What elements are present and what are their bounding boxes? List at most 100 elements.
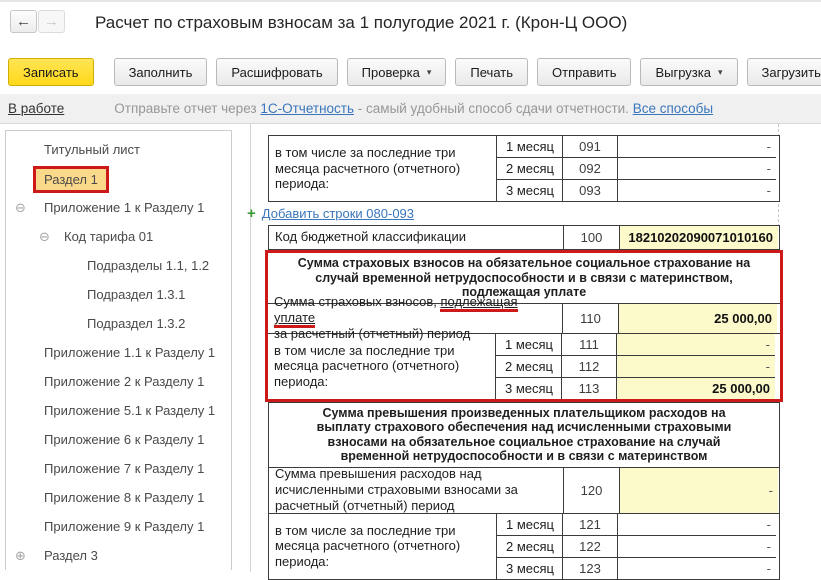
section-120-block: Сумма превышения произведенных плательщи…	[268, 402, 780, 580]
month-label: 1 месяц	[495, 334, 561, 355]
title-bar: ← → Расчет по страховым взносам за 1 пол…	[0, 2, 821, 54]
decode-button[interactable]: Расшифровать	[216, 58, 337, 86]
value-field-120[interactable]: -	[619, 468, 778, 513]
send-button[interactable]: Отправить	[537, 58, 631, 86]
load-button-label: Загрузить	[762, 65, 821, 80]
sidebar-item-tariff-code-01[interactable]: ⊖ Код тарифа 01	[6, 222, 231, 251]
line-code: 121	[562, 514, 617, 535]
line-code: 123	[562, 558, 617, 579]
selected-item-highlight[interactable]: Раздел 1	[33, 166, 109, 193]
month-label: 1 месяц	[496, 514, 562, 535]
1c-reporting-link[interactable]: 1С-Отчетность	[260, 101, 354, 116]
all-ways-link[interactable]: Все способы	[633, 101, 713, 116]
collapse-icon[interactable]: ⊖	[15, 193, 26, 222]
sidebar-item-appendix-51[interactable]: Приложение 5.1 к Разделу 1	[6, 396, 231, 425]
fill-button[interactable]: Заполнить	[114, 58, 208, 86]
sidebar-item-appendix-8[interactable]: Приложение 8 к Разделу 1	[6, 483, 231, 512]
line-code: 120	[563, 468, 619, 513]
sidebar-item-subsection-131[interactable]: Подраздел 1.3.1	[6, 280, 231, 309]
decode-button-label: Расшифровать	[231, 65, 322, 80]
sidebar-item-subsection-132[interactable]: Подраздел 1.3.2	[6, 309, 231, 338]
line-code: 110	[562, 304, 618, 333]
report-state-link[interactable]: В работе	[8, 101, 64, 116]
print-button[interactable]: Печать	[455, 58, 528, 86]
value-field-091[interactable]: -	[617, 136, 776, 157]
sidebar-item-appendix-7[interactable]: Приложение 7 к Разделу 1	[6, 454, 231, 483]
row-120-label: Сумма превышения расходов над исчисленны…	[269, 468, 563, 513]
print-button-label: Печать	[470, 65, 513, 80]
annotation-red-frame: Сумма страховых взносов на обязательное …	[265, 250, 783, 402]
value-field-113[interactable]: 25 000,00	[616, 378, 775, 399]
status-bar: В работе Отправьте отчет через 1С-Отчетн…	[0, 94, 821, 124]
sidebar-item-appendix-2[interactable]: Приложение 2 к Разделу 1	[6, 367, 231, 396]
kbk-value-field[interactable]: 18210202090071010160	[619, 226, 778, 249]
line-code: 100	[563, 226, 619, 249]
line-code: 113	[561, 378, 616, 399]
sidebar-item-label: Приложение 1 к Разделу 1	[44, 200, 204, 215]
month-label: 2 месяц	[496, 158, 562, 179]
sections-tree: Титульный лист Раздел 1 ⊖ Приложение 1 к …	[5, 130, 232, 570]
line-code: 112	[561, 356, 616, 377]
expand-icon[interactable]: ⊕	[15, 541, 26, 570]
sidebar-item-subsections-11-12[interactable]: Подразделы 1.1, 1.2	[6, 251, 231, 280]
rows-091-093-block: в том числе за последние три месяца расч…	[268, 135, 780, 202]
export-button[interactable]: Выгрузка ▾	[640, 58, 737, 86]
group-091-label: в том числе за последние три месяца расч…	[269, 136, 496, 201]
month-label: 3 месяц	[496, 180, 562, 201]
value-field-093[interactable]: -	[617, 180, 776, 201]
sidebar-item-section-1[interactable]: Раздел 1	[6, 164, 231, 193]
sidebar-item-appendix-11[interactable]: Приложение 1.1 к Разделу 1	[6, 338, 231, 367]
month-label: 3 месяц	[495, 378, 561, 399]
app-window: ← → Расчет по страховым взносам за 1 пол…	[0, 0, 821, 570]
section-120-header: Сумма превышения произведенных плательщи…	[269, 403, 779, 467]
load-button[interactable]: Загрузить	[747, 58, 821, 86]
month-label: 1 месяц	[496, 136, 562, 157]
sidebar-item-appendix-6[interactable]: Приложение 6 к Разделу 1	[6, 425, 231, 454]
fill-button-label: Заполнить	[129, 65, 193, 80]
send-button-label: Отправить	[552, 65, 616, 80]
sidebar-item-label: Код тарифа 01	[64, 229, 153, 244]
back-icon[interactable]: ←	[10, 10, 37, 33]
export-button-label: Выгрузка	[655, 65, 711, 80]
status-message: Отправьте отчет через 1С-Отчетность - са…	[114, 101, 713, 116]
save-button-label: Записать	[23, 65, 79, 80]
sidebar-item-section-3[interactable]: ⊕ Раздел 3	[6, 541, 231, 570]
section-110-block: Сумма страховых взносов на обязательное …	[268, 253, 780, 399]
line-code: 111	[561, 334, 616, 355]
status-message-suffix: - самый удобный способ сдачи отчетности.	[358, 101, 629, 116]
kbk-label: Код бюджетной классификации	[269, 226, 563, 249]
value-field-112[interactable]: -	[616, 356, 775, 377]
add-rows-link[interactable]: Добавить строки 080-093	[262, 206, 414, 221]
value-field-121[interactable]: -	[617, 514, 776, 535]
group-121-label: в том числе за последние три месяца расч…	[269, 514, 496, 579]
form-area: в том числе за последние три месяца расч…	[250, 124, 779, 572]
month-label: 3 месяц	[496, 558, 562, 579]
value-field-122[interactable]: -	[617, 536, 776, 557]
sidebar-item-label: Раздел 3	[44, 548, 98, 563]
line-code: 091	[562, 136, 617, 157]
line-code: 122	[562, 536, 617, 557]
status-message-prefix: Отправьте отчет через	[114, 101, 256, 116]
check-button[interactable]: Проверка▾	[347, 58, 447, 86]
value-field-092[interactable]: -	[617, 158, 776, 179]
value-field-123[interactable]: -	[617, 558, 776, 579]
sidebar-item-appendix-9[interactable]: Приложение 9 к Разделу 1	[6, 512, 231, 541]
group-111-label: в том числе за последние три месяца расч…	[268, 334, 495, 399]
check-button-label: Проверка	[362, 65, 420, 80]
sidebar-item-appendix-1[interactable]: ⊖ Приложение 1 к Разделу 1	[6, 193, 231, 222]
line-code: 092	[562, 158, 617, 179]
row-110-label-part1: Сумма страховых взносов,	[274, 294, 437, 309]
value-field-110[interactable]: 25 000,00	[618, 304, 777, 333]
kbk-row-block: Код бюджетной классификации 100 18210202…	[268, 225, 780, 250]
sidebar-item-title-page[interactable]: Титульный лист	[6, 135, 231, 164]
collapse-icon[interactable]: ⊖	[39, 222, 50, 251]
add-icon: +	[247, 206, 256, 221]
add-rows-row: + Добавить строки 080-093	[247, 202, 780, 225]
save-button[interactable]: Записать	[8, 58, 94, 86]
month-label: 2 месяц	[496, 536, 562, 557]
chevron-down-icon: ▾	[718, 68, 723, 77]
toolbar: Записать Заполнить Расшифровать Проверка…	[8, 58, 821, 88]
row-110-label: Сумма страховых взносов, подлежащая упла…	[268, 304, 562, 333]
line-code: 093	[562, 180, 617, 201]
value-field-111[interactable]: -	[616, 334, 775, 355]
